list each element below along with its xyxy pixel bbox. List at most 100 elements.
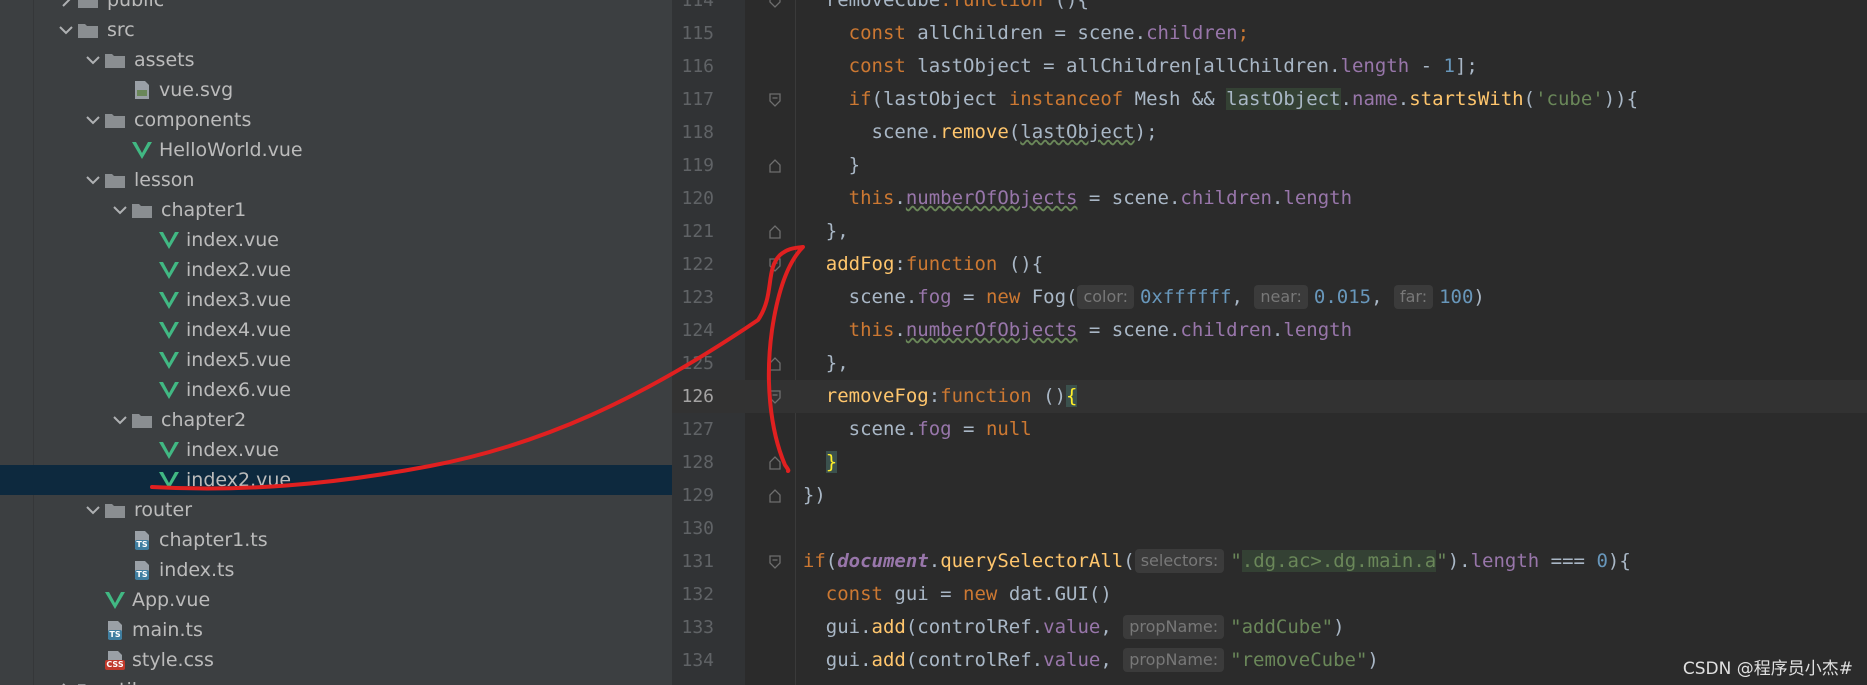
tree-file-row[interactable]: index3.vue <box>0 285 672 315</box>
parameter-hint: far: <box>1393 285 1434 309</box>
code-line[interactable]: 133 gui.add(controlRef.value, propName: "… <box>672 611 1867 644</box>
chevron-down-icon[interactable] <box>82 495 104 525</box>
tree-folder-row[interactable]: lesson <box>0 165 672 195</box>
tree-file-row[interactable]: TS main.ts <box>0 615 672 645</box>
line-number: 115 <box>681 23 714 44</box>
code-token: " <box>1230 550 1242 572</box>
tree-folder-row[interactable]: assets <box>0 45 672 75</box>
tree-file-row[interactable]: index5.vue <box>0 345 672 375</box>
tree-file-row[interactable]: index.vue <box>0 435 672 465</box>
code-line[interactable]: 117 if(lastObject instanceof Mesh && las… <box>672 83 1867 116</box>
chevron-right-icon[interactable] <box>55 675 77 685</box>
code-token: () <box>1031 385 1067 407</box>
chevron-down-icon[interactable] <box>82 45 104 75</box>
chevron-right-icon[interactable] <box>55 0 77 15</box>
code-line[interactable]: 114 removeCube:function (){ <box>672 0 1867 17</box>
tree-file-row[interactable]: TS chapter1.ts <box>0 525 672 555</box>
code-line[interactable]: 120 this.numberOfObjects = scene.childre… <box>672 182 1867 215</box>
code-line[interactable]: 115 const allChildren = scene.children; <box>672 17 1867 50</box>
tree-file-row[interactable]: index6.vue <box>0 375 672 405</box>
tree-file-row[interactable]: vue.svg <box>0 75 672 105</box>
code-token: scene. <box>780 418 918 440</box>
line-number: 133 <box>681 617 714 638</box>
chevron-down-icon[interactable] <box>82 105 104 135</box>
matched-brace: { <box>1066 385 1078 407</box>
tree-file-row[interactable]: TS index.ts <box>0 555 672 585</box>
code-line[interactable]: 123 scene.fog = new Fog(color: 0xffffff, … <box>672 281 1867 314</box>
tree-file-row[interactable]: index2.vue <box>0 465 672 495</box>
tree-item-label: chapter1.ts <box>159 529 268 551</box>
code-line[interactable]: 122 addFog:function (){ <box>672 248 1867 281</box>
folder-icon <box>104 51 126 69</box>
tree-folder-row[interactable]: components <box>0 105 672 135</box>
tree-file-row[interactable]: CSS style.css <box>0 645 672 675</box>
code-token: : <box>940 0 952 11</box>
code-token: ( <box>1008 121 1021 143</box>
code-token: ); <box>1134 121 1158 143</box>
code-token: if <box>848 88 872 110</box>
code-line[interactable]: 124 this.numberOfObjects = scene.childre… <box>672 314 1867 347</box>
tree-folder-row[interactable]: chapter2 <box>0 405 672 435</box>
tree-file-row[interactable]: index4.vue <box>0 315 672 345</box>
project-tree-panel: public src assets vue.svg components HelloWor… <box>0 0 672 685</box>
code-token: ( <box>1523 88 1536 110</box>
tree-item-label: vue.svg <box>159 79 234 101</box>
tree-folder-row[interactable]: utils <box>0 675 672 685</box>
code-token: : <box>894 253 906 275</box>
code-token: lastObject = allChildren[allChildren. <box>905 55 1341 77</box>
code-text: } <box>780 149 860 182</box>
code-line[interactable]: 118 scene.remove(lastObject); <box>672 116 1867 149</box>
folder-icon <box>131 411 153 429</box>
code-token: function <box>940 385 1032 407</box>
folder-icon <box>77 0 99 9</box>
code-token: . <box>1397 88 1410 110</box>
code-line[interactable]: 128 } <box>672 446 1867 479</box>
code-token: 100 <box>1439 286 1474 308</box>
code-token: }) <box>780 484 826 506</box>
chevron-down-icon[interactable] <box>55 15 77 45</box>
vue-file-icon <box>158 319 180 341</box>
code-token: . <box>1271 187 1284 209</box>
tree-file-row[interactable]: App.vue <box>0 585 672 615</box>
ts-badge: TS <box>135 570 149 580</box>
code-line[interactable]: 131 if(document.querySelectorAll(selecto… <box>672 545 1867 578</box>
code-line[interactable]: 126 removeFog:function (){ <box>672 380 1867 413</box>
code-line[interactable]: 127 scene.fog = null <box>672 413 1867 446</box>
code-line[interactable]: 119 } <box>672 149 1867 182</box>
tree-folder-row[interactable]: src <box>0 15 672 45</box>
code-line[interactable]: 116 const lastObject = allChildren[allCh… <box>672 50 1867 83</box>
code-line[interactable]: 121 }, <box>672 215 1867 248</box>
code-line[interactable]: 132 const gui = new dat.GUI() <box>672 578 1867 611</box>
chevron-down-icon[interactable] <box>109 195 131 225</box>
tree-folder-row[interactable]: public <box>0 0 672 15</box>
svg-file-icon <box>131 79 153 101</box>
code-text: }) <box>780 479 826 512</box>
code-token: ){ <box>1607 550 1631 572</box>
tree-item-label: lesson <box>134 169 195 191</box>
code-line[interactable]: 125 }, <box>672 347 1867 380</box>
code-editor[interactable]: 114 removeCube:function (){115 const all… <box>672 0 1867 685</box>
code-text: addFog:function (){ <box>780 248 1043 281</box>
tree-folder-row[interactable]: router <box>0 495 672 525</box>
code-line[interactable]: 130 <box>672 512 1867 545</box>
tree-file-row[interactable]: index.vue <box>0 225 672 255</box>
code-token: gui. <box>780 616 872 638</box>
code-text: removeCube:function (){ <box>780 0 1089 17</box>
chevron-down-icon[interactable] <box>82 165 104 195</box>
tree-folder-row[interactable]: chapter1 <box>0 195 672 225</box>
code-token: . <box>1271 319 1284 341</box>
tree-file-row[interactable]: index2.vue <box>0 255 672 285</box>
line-number: 116 <box>681 56 714 77</box>
code-text: this.numberOfObjects = scene.children.le… <box>780 314 1352 347</box>
chevron-down-icon[interactable] <box>109 405 131 435</box>
tree-item-label: chapter2 <box>161 409 247 431</box>
code-token: remove <box>940 121 1009 143</box>
code-line[interactable]: 129 }) <box>672 479 1867 512</box>
code-token: - <box>1409 55 1444 77</box>
code-token: = <box>951 418 986 440</box>
tree-file-row[interactable]: HelloWorld.vue <box>0 135 672 165</box>
watermark: CSDN @程序员小杰# <box>1682 659 1853 679</box>
code-token: length <box>1340 55 1410 77</box>
